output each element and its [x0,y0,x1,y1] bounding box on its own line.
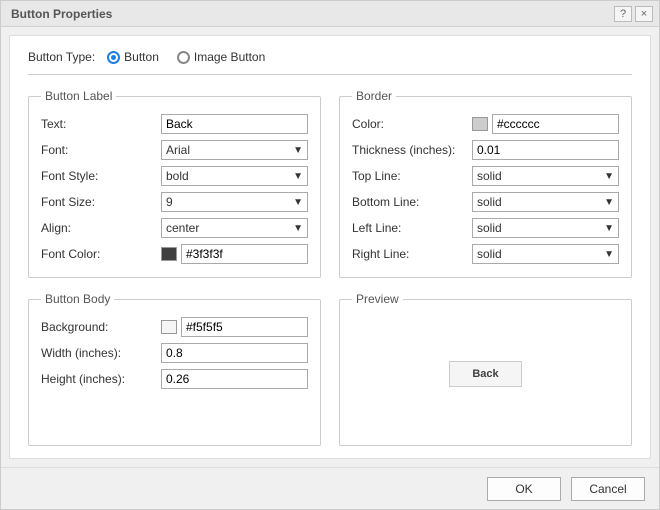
border-legend: Border [352,89,396,103]
help-button[interactable]: ? [614,6,632,22]
radio-icon [107,51,120,64]
right-line-select[interactable]: solid ▼ [472,244,619,264]
dialog-footer: OK Cancel [1,467,659,509]
radio-button-option[interactable]: Button [107,50,159,64]
chevron-down-icon: ▼ [604,223,614,234]
font-size-value: 9 [166,195,293,209]
font-color-input[interactable] [181,244,308,264]
preview-button: Back [449,361,521,387]
border-color-swatch[interactable] [472,117,488,131]
border-color-input[interactable] [492,114,619,134]
button-label-group: Button Label Text: Font: Arial ▼ [28,89,321,278]
font-label: Font: [41,143,161,157]
bottom-line-label: Bottom Line: [352,195,472,209]
left-line-select[interactable]: solid ▼ [472,218,619,238]
chevron-down-icon: ▼ [293,197,303,208]
thickness-label: Thickness (inches): [352,143,472,157]
right-line-value: solid [477,247,604,261]
font-color-swatch[interactable] [161,247,177,261]
ok-button[interactable]: OK [487,477,561,501]
close-icon: × [641,8,647,20]
window-title: Button Properties [11,7,611,21]
background-input[interactable] [181,317,308,337]
background-label: Background: [41,320,161,334]
bottom-line-select[interactable]: solid ▼ [472,192,619,212]
button-body-group: Button Body Background: Width (inches): [28,292,321,446]
height-label: Height (inches): [41,372,161,386]
height-input[interactable] [161,369,308,389]
title-bar: Button Properties ? × [1,1,659,27]
dialog-content: Button Type: Button Image Button Button … [9,35,651,459]
width-input[interactable] [161,343,308,363]
font-select[interactable]: Arial ▼ [161,140,308,160]
align-value: center [166,221,293,235]
chevron-down-icon: ▼ [604,249,614,260]
help-icon: ? [620,8,626,20]
dialog-window: Button Properties ? × Button Type: Butto… [0,0,660,510]
width-label: Width (inches): [41,346,161,360]
text-label: Text: [41,117,161,131]
left-line-label: Left Line: [352,221,472,235]
align-label: Align: [41,221,161,235]
radio-image-button-option[interactable]: Image Button [177,50,265,64]
panels: Button Label Text: Font: Arial ▼ [28,89,632,446]
preview-legend: Preview [352,292,403,306]
cancel-button[interactable]: Cancel [571,477,645,501]
right-line-label: Right Line: [352,247,472,261]
chevron-down-icon: ▼ [604,197,614,208]
preview-area: Back [352,314,619,434]
radio-image-button-label: Image Button [194,50,265,64]
font-size-label: Font Size: [41,195,161,209]
font-value: Arial [166,143,293,157]
top-line-label: Top Line: [352,169,472,183]
radio-button-label: Button [124,50,159,64]
font-color-label: Font Color: [41,247,161,261]
align-select[interactable]: center ▼ [161,218,308,238]
left-line-value: solid [477,221,604,235]
chevron-down-icon: ▼ [293,171,303,182]
font-style-label: Font Style: [41,169,161,183]
text-input[interactable] [161,114,308,134]
thickness-input[interactable] [472,140,619,160]
top-line-select[interactable]: solid ▼ [472,166,619,186]
chevron-down-icon: ▼ [604,171,614,182]
font-style-select[interactable]: bold ▼ [161,166,308,186]
font-size-select[interactable]: 9 ▼ [161,192,308,212]
bottom-line-value: solid [477,195,604,209]
button-body-legend: Button Body [41,292,114,306]
close-button[interactable]: × [635,6,653,22]
radio-icon [177,51,190,64]
top-line-value: solid [477,169,604,183]
preview-group: Preview Back [339,292,632,446]
chevron-down-icon: ▼ [293,223,303,234]
button-type-row: Button Type: Button Image Button [28,50,632,75]
button-label-legend: Button Label [41,89,116,103]
border-color-label: Color: [352,117,472,131]
right-column: Border Color: Thickness (inches): Top L [339,89,632,446]
font-style-value: bold [166,169,293,183]
left-column: Button Label Text: Font: Arial ▼ [28,89,321,446]
background-swatch[interactable] [161,320,177,334]
chevron-down-icon: ▼ [293,145,303,156]
button-type-label: Button Type: [28,50,95,64]
border-group: Border Color: Thickness (inches): Top L [339,89,632,278]
